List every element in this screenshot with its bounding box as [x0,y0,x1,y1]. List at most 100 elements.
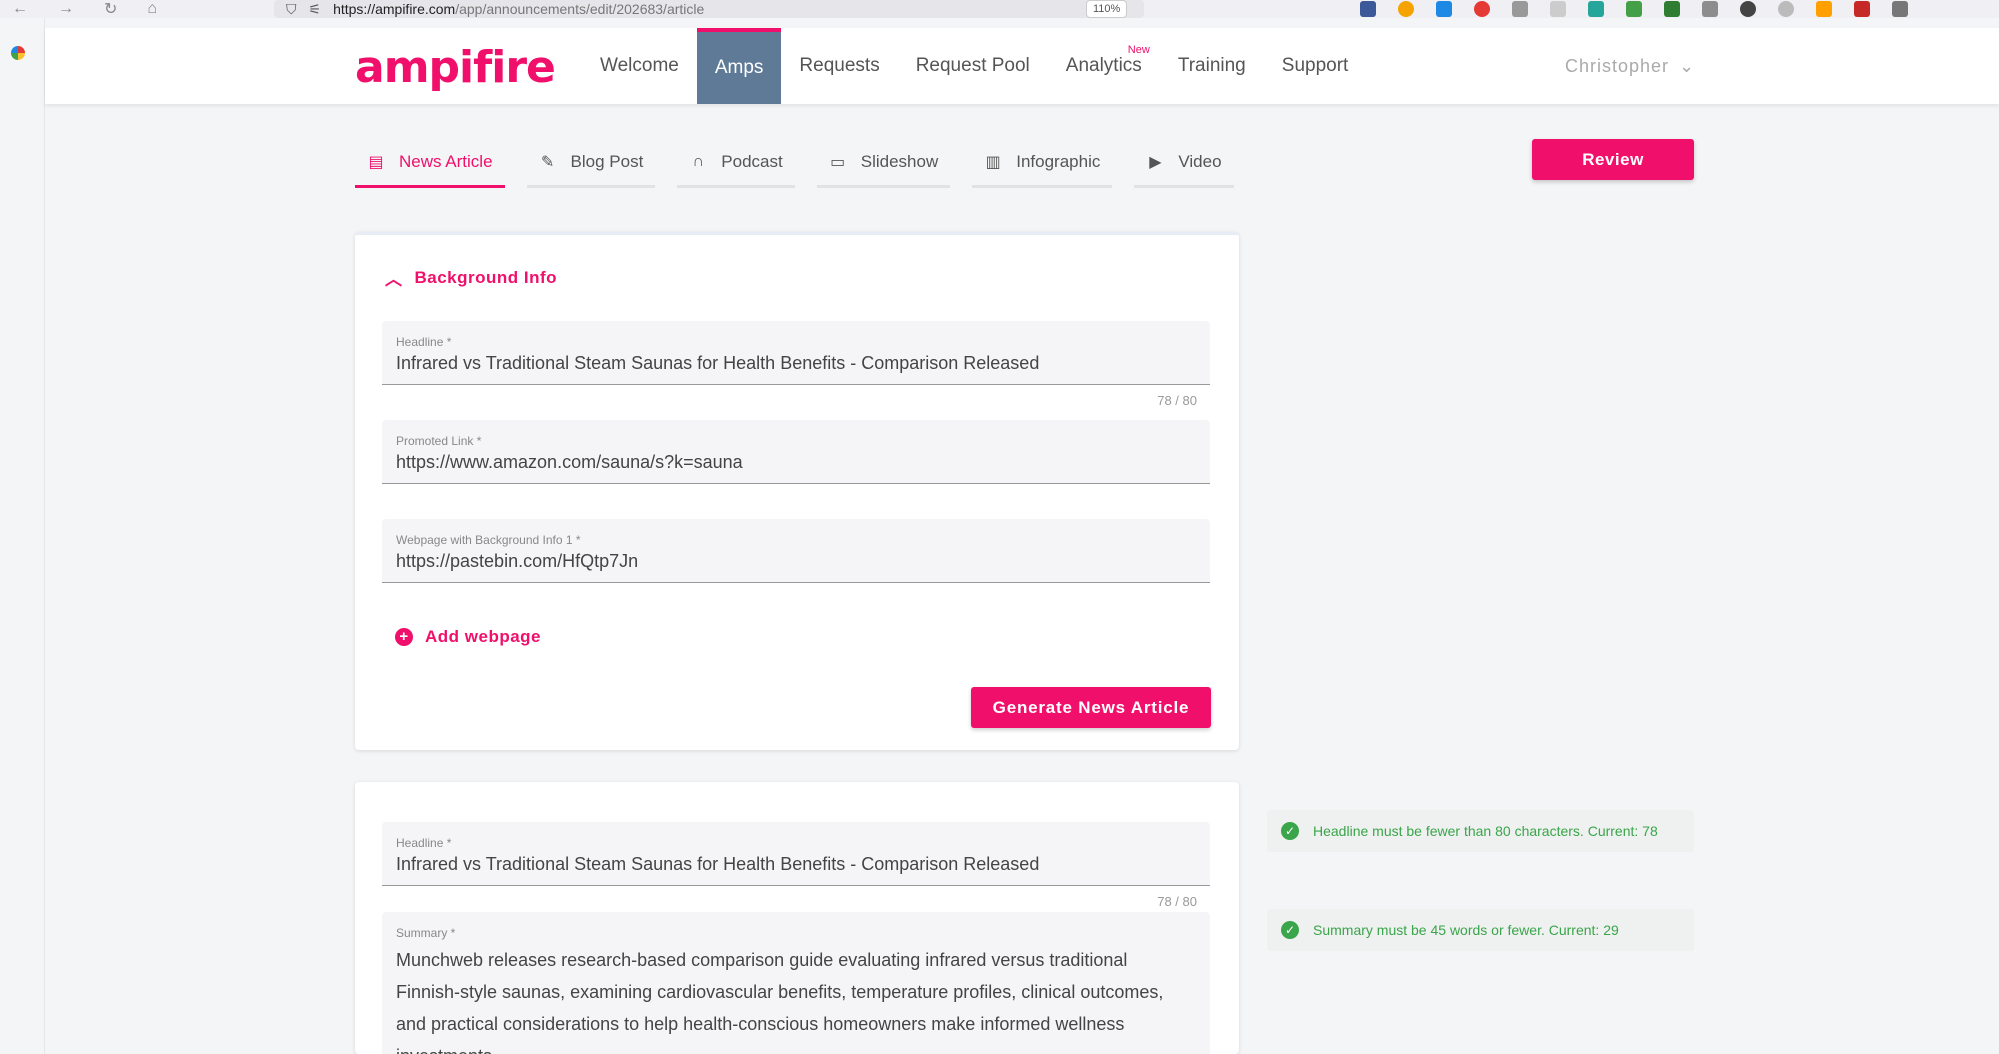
headline-validation: ✓ Headline must be fewer than 80 charact… [1267,810,1694,852]
extension-icon[interactable] [1778,1,1794,17]
extension-icon[interactable] [11,46,25,60]
review-button[interactable]: Review [1532,139,1694,180]
file-chart-icon: ▥ [985,153,1001,171]
document-icon: ▤ [368,153,384,171]
zoom-level[interactable]: 110% [1086,0,1128,18]
section-title: Background Info [414,267,558,287]
validation-text: Summary must be 45 words or fewer. Curre… [1313,922,1619,938]
tune-icon: ⚟ [308,0,322,17]
summary-value[interactable]: Munchweb releases research-based compari… [396,944,1196,1054]
tab-label: Blog Post [570,151,644,171]
nav-request-pool[interactable]: Request Pool [898,28,1048,104]
url-domain: https://ampifire.com [333,1,456,17]
url-path: /app/announcements/edit/202683/article [455,1,705,17]
sidebar-icon[interactable] [1512,1,1528,17]
promoted-link-field[interactable]: Promoted Link * https://www.amazon.com/s… [382,420,1210,484]
play-icon: ▶ [1149,153,1162,171]
tab-label: Slideshow [860,151,939,171]
nav-welcome[interactable]: Welcome [582,28,697,104]
browser-side-strip [0,18,45,1054]
tab-label: Podcast [721,151,783,171]
nav-label: Amps [714,57,764,78]
edit-icon: ✎ [540,153,555,171]
nav-label: Training [1177,55,1246,76]
webpage-label: Webpage with Background Info 1 * [396,533,581,547]
extension-icons [1360,0,1908,18]
url-bar[interactable]: ⛉ ⚟ https://ampifire.com/app/announcemen… [274,0,1144,18]
tab-label: Video [1178,151,1222,171]
add-webpage-button[interactable]: + Add webpage [395,627,541,647]
nav-training[interactable]: Training [1160,28,1264,104]
tab-label: Infographic [1016,151,1101,171]
extension-icon[interactable] [1436,1,1452,17]
forward-icon[interactable]: → [58,0,74,18]
monitor-icon: ▭ [830,153,846,171]
logo[interactable]: ampifire [355,42,556,93]
nav-label: Requests [799,55,880,76]
extension-icon[interactable] [1626,1,1642,17]
nav-label: Support [1281,55,1349,76]
chevron-up-icon: ︿ [385,270,403,289]
headline-label: Headline * [396,836,452,850]
shield-icon: ⛉ [286,0,297,17]
tab-podcast[interactable]: ∩ Podcast [677,138,795,188]
chevron-down-icon: ⌄ [1679,56,1696,76]
headline-value[interactable]: Infrared vs Traditional Steam Saunas for… [396,854,1196,875]
nav-analytics[interactable]: Analytics New [1048,28,1160,104]
promoted-link-label: Promoted Link * [396,434,482,448]
extension-icon[interactable] [1816,1,1832,17]
main-nav: Welcome Amps Requests Request Pool Analy… [582,28,1366,104]
tab-slideshow[interactable]: ▭ Slideshow [816,138,951,188]
validation-text: Headline must be fewer than 80 character… [1313,823,1658,839]
back-icon[interactable]: ← [12,0,28,18]
puzzle-icon[interactable] [1892,1,1908,17]
extension-icon[interactable] [1740,1,1756,17]
tab-video[interactable]: ▶ Video [1134,138,1234,188]
headphones-icon: ∩ [692,152,705,170]
background-info-card: ︿ Background Info Headline * Infrared vs… [355,232,1239,750]
check-circle-icon: ✓ [1281,921,1299,939]
extension-icon[interactable] [1664,1,1680,17]
check-circle-icon: ✓ [1281,822,1299,840]
add-webpage-label: Add webpage [425,627,542,646]
user-menu[interactable]: Christopher ⌄ [1565,56,1695,77]
extension-icon[interactable] [1588,1,1604,17]
headline-value[interactable]: Infrared vs Traditional Steam Saunas for… [396,353,1196,374]
summary-field[interactable]: Summary * Munchweb releases research-bas… [382,912,1210,1054]
webpage-field[interactable]: Webpage with Background Info 1 * https:/… [382,519,1210,583]
article-headline-field[interactable]: Headline * Infrared vs Traditional Steam… [382,822,1210,886]
headline-label: Headline * [396,335,452,349]
tab-news-article[interactable]: ▤ News Article [355,138,505,188]
tab-label: News Article [399,151,493,171]
headline-counter: 78 / 80 [1157,393,1197,408]
nav-support[interactable]: Support [1264,28,1367,104]
adblock-icon[interactable] [1474,1,1490,17]
browser-toolbar: ← → ↻ ⌂ ⛉ ⚟ https://ampifire.com/app/ann… [0,0,1999,18]
nav-label: Request Pool [915,55,1030,76]
reload-icon[interactable]: ↻ [104,0,117,19]
browser-nav-buttons: ← → ↻ ⌂ [0,0,157,19]
user-name: Christopher [1565,56,1670,76]
headline-counter: 78 / 80 [1157,894,1197,909]
tab-infographic[interactable]: ▥ Infographic [972,138,1113,188]
generate-news-article-button[interactable]: Generate News Article [971,687,1211,728]
webpage-value[interactable]: https://pastebin.com/HfQtp7Jn [396,551,1196,572]
nav-requests[interactable]: Requests [781,28,897,104]
nav-amps[interactable]: Amps [696,28,782,104]
new-badge: New [1127,44,1150,56]
app-header: ampifire Welcome Amps Requests Request P… [45,28,1999,104]
promoted-link-value[interactable]: https://www.amazon.com/sauna/s?k=sauna [396,452,1196,473]
extension-icon[interactable] [1702,1,1718,17]
nav-label: Welcome [600,55,679,76]
extension-icon[interactable] [1550,1,1566,17]
summary-validation: ✓ Summary must be 45 words or fewer. Cur… [1267,909,1694,951]
home-icon[interactable]: ⌂ [147,0,157,18]
content-type-tabs: ▤ News Article ✎ Blog Post ∩ Podcast ▭ S… [355,138,1234,188]
extension-icon[interactable] [1854,1,1870,17]
facebook-icon[interactable] [1360,1,1376,17]
headline-field[interactable]: Headline * Infrared vs Traditional Steam… [382,321,1210,385]
extension-icon[interactable] [1398,1,1414,17]
background-info-toggle[interactable]: ︿ Background Info [385,265,557,290]
nav-label: Analytics [1065,55,1142,76]
tab-blog-post[interactable]: ✎ Blog Post [526,138,656,188]
